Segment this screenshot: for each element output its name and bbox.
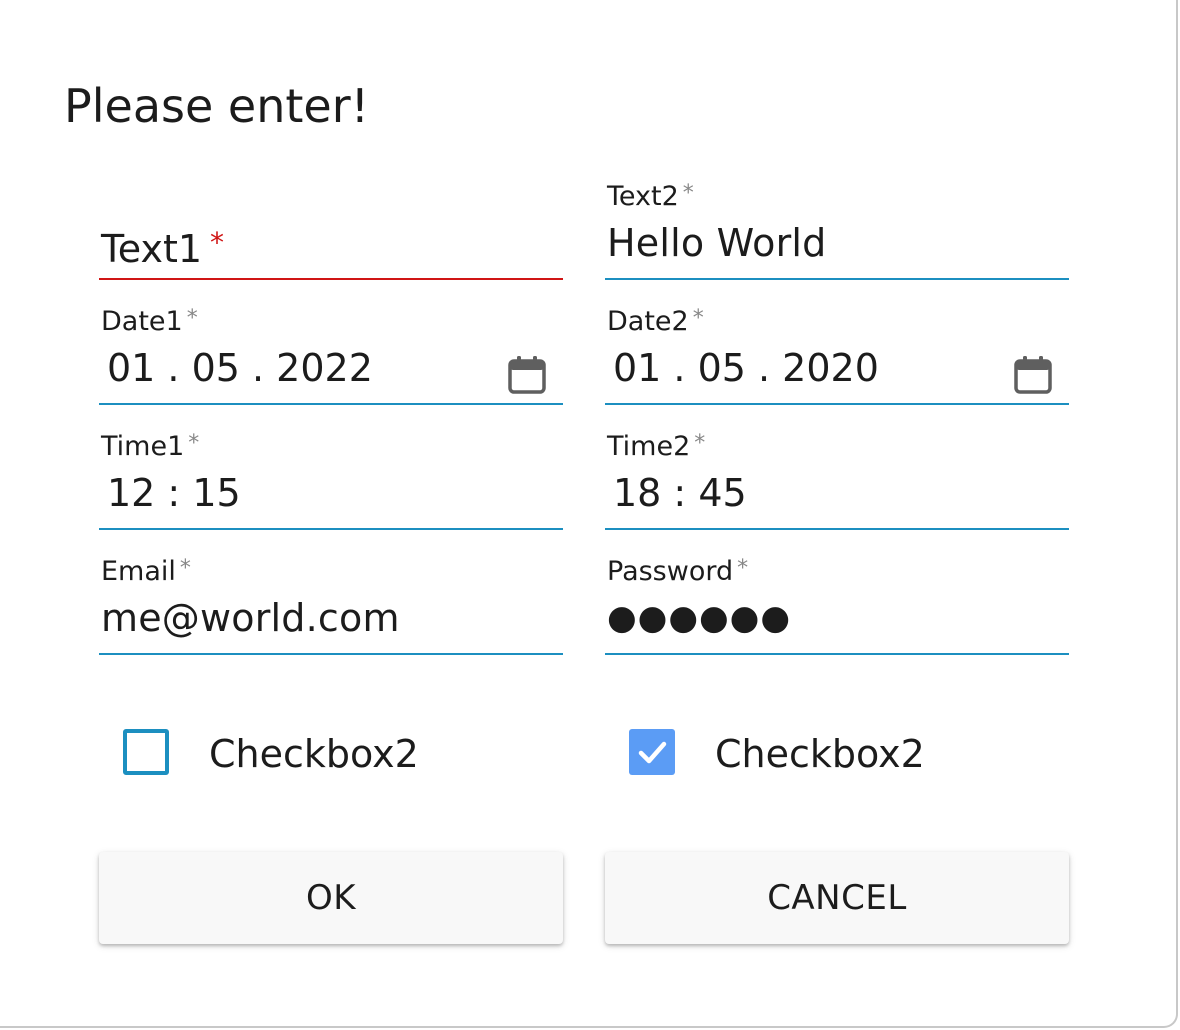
date2-value: 01 . 05 . 2020 (613, 346, 879, 390)
text1-placeholder-label: Text1 * (101, 226, 224, 272)
text1-field[interactable]: Text1 * (99, 176, 563, 280)
time2-field[interactable]: Time2 * 18 : 45 (605, 426, 1069, 530)
checkbox-label[interactable]: Checkbox2 (715, 729, 925, 779)
date1-value: 01 . 05 . 2022 (107, 346, 373, 390)
email-required-mark: * (179, 556, 191, 581)
time1-underline (99, 528, 563, 530)
password-value: ●●●●●● (607, 598, 792, 638)
date2-underline (605, 403, 1069, 405)
checkbox-label[interactable]: Checkbox2 (209, 729, 419, 779)
password-label: Password (607, 556, 734, 587)
text2-label: Text2 (607, 181, 679, 212)
date1-underline (99, 403, 563, 405)
password-label-wrap: Password * (607, 555, 748, 589)
cancel-button[interactable]: CANCEL (605, 852, 1069, 944)
password-required-mark: * (737, 556, 749, 581)
checkmark-icon (638, 741, 667, 764)
text1-required-mark: * (210, 226, 225, 259)
cancel-button-label: CANCEL (767, 878, 907, 918)
text2-field[interactable]: Text2 * Hello World (605, 176, 1069, 280)
email-field[interactable]: Email * me@world.com (99, 551, 563, 655)
text2-underline (605, 278, 1069, 280)
checkbox-unchecked[interactable] (123, 729, 169, 775)
time2-underline (605, 528, 1069, 530)
date2-label-wrap: Date2 * (607, 305, 704, 339)
date2-field[interactable]: Date2 * 01 . 05 . 2020 (605, 301, 1069, 405)
date2-label: Date2 (607, 306, 689, 337)
email-underline (99, 653, 563, 655)
dialog-title: Please enter! (64, 79, 370, 133)
time2-label-wrap: Time2 * (607, 430, 705, 464)
text2-label-wrap: Text2 * (607, 180, 694, 214)
calendar-icon[interactable] (1013, 355, 1053, 395)
input-dialog: Please enter! Text1 * Text2 * Hello World … (0, 0, 1178, 1028)
text1-underline (99, 278, 563, 280)
text2-required-mark: * (682, 181, 694, 206)
time1-label-wrap: Time1 * (101, 430, 199, 464)
time1-field[interactable]: Time1 * 12 : 15 (99, 426, 563, 530)
text2-value: Hello World (607, 221, 827, 265)
date1-required-mark: * (186, 306, 198, 331)
email-label: Email (101, 556, 176, 587)
ok-button[interactable]: OK (99, 852, 563, 944)
password-field[interactable]: Password * ●●●●●● (605, 551, 1069, 655)
email-label-wrap: Email * (101, 555, 191, 589)
text1-label: Text1 (101, 227, 203, 271)
date1-field[interactable]: Date1 * 01 . 05 . 2022 (99, 301, 563, 405)
time1-required-mark: * (188, 431, 200, 456)
date1-label: Date1 (101, 306, 183, 337)
password-underline (605, 653, 1069, 655)
checkbox-checked[interactable] (629, 729, 675, 775)
date1-label-wrap: Date1 * (101, 305, 198, 339)
time2-required-mark: * (694, 431, 706, 456)
ok-button-label: OK (305, 878, 357, 918)
time2-label: Time2 (607, 431, 691, 462)
time1-label: Time1 (101, 431, 185, 462)
time1-value: 12 : 15 (107, 471, 241, 515)
time2-value: 18 : 45 (613, 471, 747, 515)
email-value: me@world.com (101, 596, 400, 640)
calendar-icon[interactable] (507, 355, 547, 395)
date2-required-mark: * (692, 306, 704, 331)
